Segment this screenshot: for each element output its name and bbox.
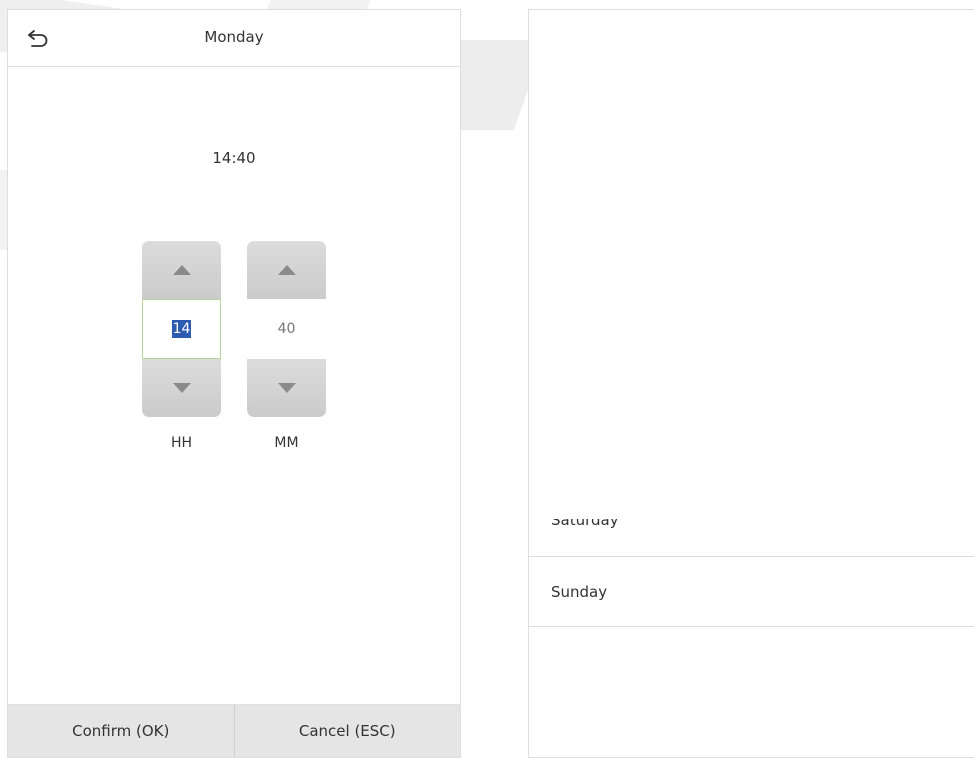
list-item-label: Sunday	[551, 582, 608, 601]
list-item-saturday[interactable]: Saturday	[529, 487, 974, 557]
triangle-up-icon	[277, 265, 296, 275]
hour-value: 14	[171, 320, 192, 338]
day-list-panel: Saturday Sunday	[528, 9, 974, 758]
triangle-up-icon	[172, 265, 191, 275]
hour-increment-button[interactable]	[142, 241, 221, 299]
cancel-button[interactable]: Cancel (ESC)	[233, 705, 461, 757]
dialog-header: Monday	[8, 10, 460, 67]
list-item-label: Saturday	[551, 511, 619, 529]
confirm-button[interactable]: Confirm (OK)	[8, 705, 234, 757]
hour-input[interactable]: 14	[142, 299, 221, 359]
minute-value: 40	[277, 321, 296, 337]
hour-decrement-button[interactable]	[142, 359, 221, 417]
dialog-footer: Confirm (OK) Cancel (ESC)	[8, 704, 460, 757]
hour-label: HH	[170, 435, 193, 451]
page-title: Monday	[204, 28, 264, 46]
triangle-down-icon	[172, 383, 191, 393]
minute-increment-button[interactable]	[247, 241, 326, 299]
list-item-sunday[interactable]: Sunday	[529, 557, 974, 627]
triangle-down-icon	[277, 383, 296, 393]
minute-input[interactable]: 40	[247, 299, 326, 359]
time-display: 14:40	[212, 149, 256, 167]
minute-decrement-button[interactable]	[247, 359, 326, 417]
time-picker-dialog: Monday 14:40 14 HH 40 MM Confirm (OK) Ca…	[7, 9, 461, 758]
minute-label: MM	[274, 435, 299, 451]
